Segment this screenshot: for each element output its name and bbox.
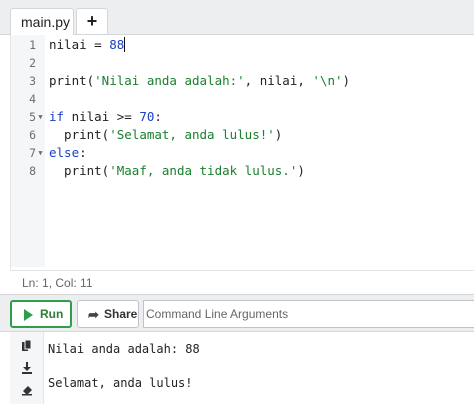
output-console: Nilai anda adalah: 88 Selamat, anda lulu… <box>44 332 474 404</box>
code-token: else <box>49 145 80 160</box>
code-token: print( <box>49 73 95 88</box>
tab-bar: main.py + <box>0 0 474 36</box>
code-line: 4 <box>11 90 474 108</box>
tab-label: main.py <box>21 14 71 30</box>
tab-main-py[interactable]: main.py <box>10 8 74 36</box>
output-line: Selamat, anda lulus! <box>48 376 193 390</box>
play-icon <box>24 309 33 321</box>
code-token: 'Maaf, anda tidak lulus.' <box>109 163 298 178</box>
code-token: : <box>79 145 87 160</box>
plus-icon: + <box>86 11 98 31</box>
code-text: print('Maaf, anda tidak lulus.') <box>49 162 305 180</box>
fold-arrow-icon[interactable]: ▼ <box>36 144 45 162</box>
code-line: 7 ▼ else: <box>11 144 474 162</box>
code-text: if nilai >= 70: <box>49 108 162 126</box>
code-text: print('Selamat, anda lulus!') <box>49 126 282 144</box>
code-line: 5 ▼ if nilai >= 70: <box>11 108 474 126</box>
share-arrow-icon: ➦ <box>88 307 99 322</box>
code-token: print( <box>49 127 110 142</box>
run-label: Run <box>40 307 64 321</box>
code-token: ) <box>342 73 351 88</box>
run-toolbar: Run ➦ Share <box>0 294 474 332</box>
code-token: ) <box>297 163 305 178</box>
code-token: 70 <box>139 109 155 124</box>
code-token: nilai >= <box>64 109 140 124</box>
code-lines: 1 nilai = 88 2 3 print('Nilai anda adalah:',… <box>11 35 474 180</box>
code-token: ) <box>274 127 283 142</box>
code-line: 3 print('Nilai anda adalah:', nilai, '\n'… <box>11 72 474 90</box>
code-line: 6 print('Selamat, anda lulus!') <box>11 126 474 144</box>
command-line-arguments-input[interactable] <box>143 300 474 328</box>
fold-arrow-icon[interactable]: ▼ <box>36 108 45 126</box>
code-text: print('Nilai anda adalah:', nilai, '\n') <box>49 72 350 90</box>
code-token: nilai = <box>49 37 110 52</box>
line-number: 1 <box>29 38 36 52</box>
code-token: if <box>49 109 65 124</box>
code-editor[interactable]: 1 nilai = 88 2 3 print('Nilai anda adalah:',… <box>10 35 474 294</box>
code-text: else: <box>49 144 87 162</box>
eraser-icon[interactable] <box>21 384 33 396</box>
share-button[interactable]: ➦ Share <box>77 300 139 328</box>
output-sidebar <box>10 332 44 404</box>
text-cursor <box>124 37 126 52</box>
code-text: nilai = 88 <box>49 36 126 54</box>
line-number: 2 <box>29 56 36 70</box>
code-line: 8 print('Maaf, anda tidak lulus.') <box>11 162 474 180</box>
line-number: 4 <box>29 92 36 106</box>
add-tab-button[interactable]: + <box>76 8 108 34</box>
code-token: : <box>154 109 162 124</box>
code-token: '\n' <box>312 73 343 88</box>
line-number: 3 <box>29 74 36 88</box>
code-line: 1 nilai = 88 <box>11 36 474 54</box>
line-number: 5 <box>29 110 36 124</box>
copy-icon[interactable] <box>21 340 33 352</box>
cursor-position: Ln: 1, Col: 11 <box>22 276 93 290</box>
line-number: 7 <box>29 146 36 160</box>
code-token: 'Nilai anda adalah:' <box>94 73 245 88</box>
download-icon[interactable] <box>21 362 33 374</box>
line-number: 8 <box>29 164 36 178</box>
code-token: 'Selamat, anda lulus!' <box>109 127 275 142</box>
code-token: print( <box>49 163 110 178</box>
output-line: Nilai anda adalah: 88 <box>48 342 200 356</box>
code-line: 2 <box>11 54 474 72</box>
run-button[interactable]: Run <box>10 300 72 328</box>
share-label: Share <box>104 307 138 321</box>
code-token: , nilai, <box>244 73 313 88</box>
code-token: 88 <box>109 37 125 52</box>
line-number: 6 <box>29 128 36 142</box>
cursor-position-status: Ln: 1, Col: 11 <box>10 270 474 294</box>
